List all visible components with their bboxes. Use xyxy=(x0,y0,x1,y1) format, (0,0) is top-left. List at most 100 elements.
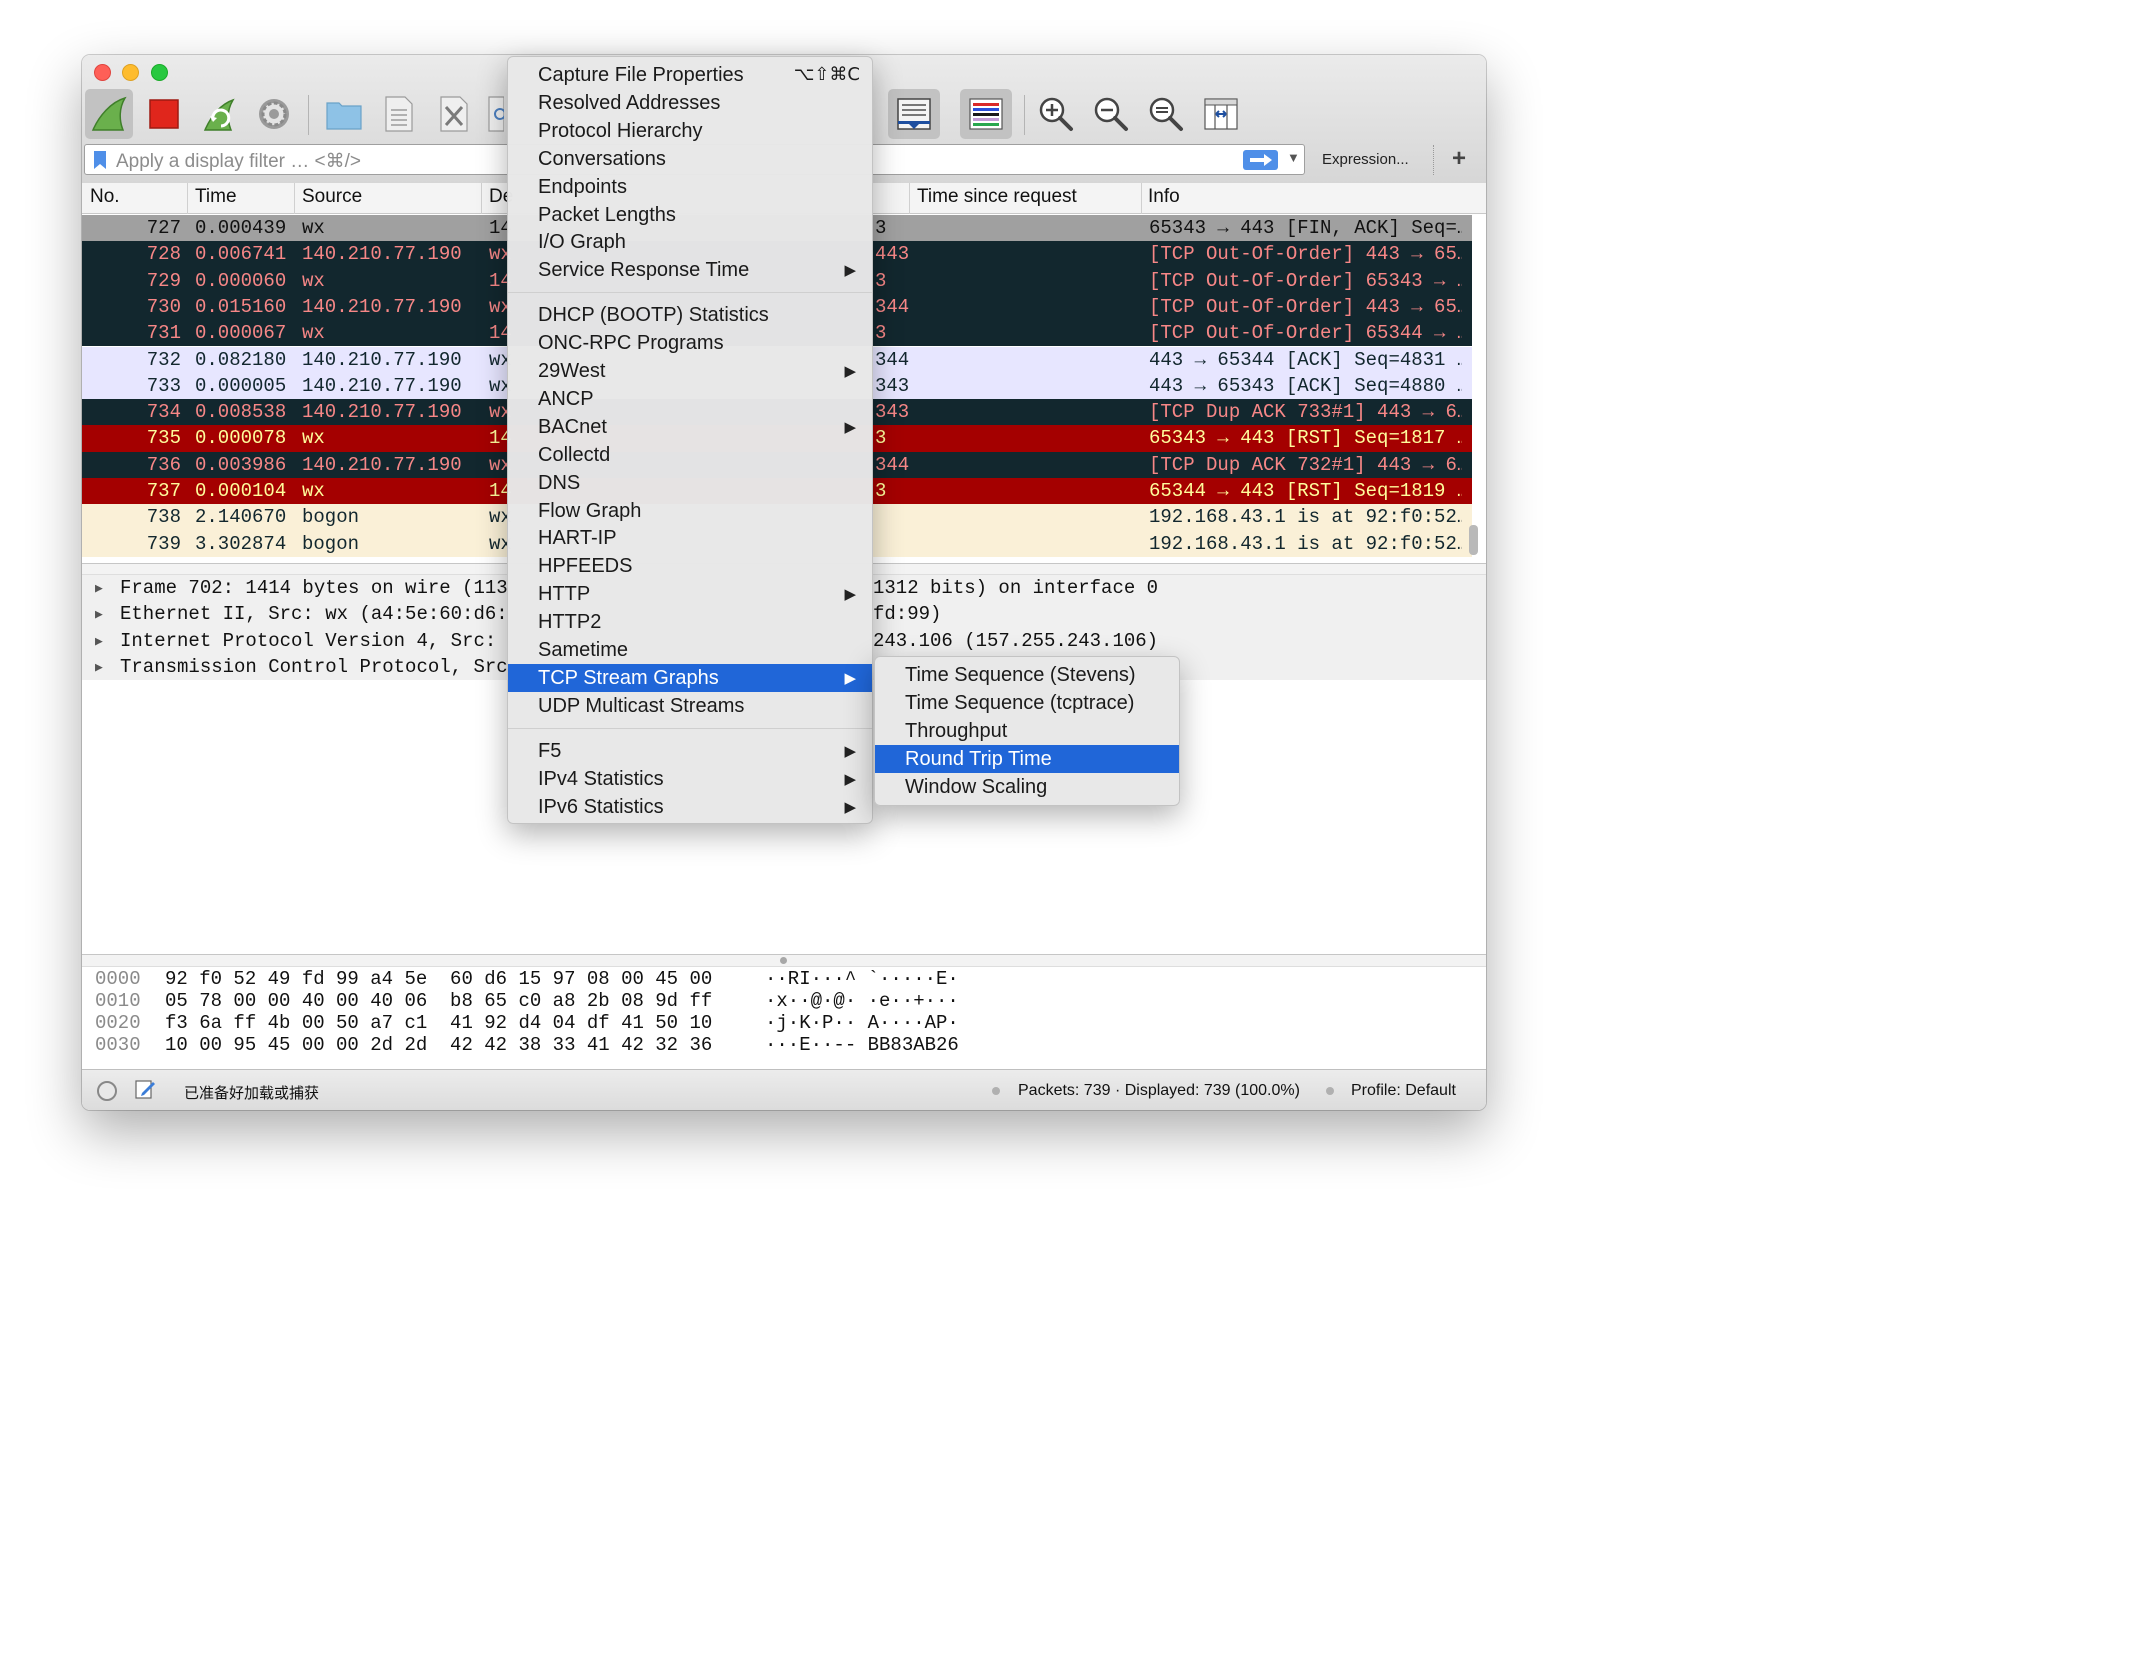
menu-item-label: IPv6 Statistics xyxy=(538,795,664,818)
bookmark-icon[interactable] xyxy=(93,150,107,175)
apply-filter-button[interactable] xyxy=(1243,150,1278,170)
menu-item-label: Collectd xyxy=(538,443,611,466)
submenu-item-round-trip-time[interactable]: Round Trip Time xyxy=(875,744,1179,773)
menu-item-dhcp-bootp-statistics[interactable]: DHCP (BOOTP) Statistics xyxy=(508,301,872,329)
menu-item-label: HTTP2 xyxy=(538,611,602,634)
maximize-window-button[interactable] xyxy=(151,64,168,81)
packet-info: 192.168.43.1 is at 92:f0:52… xyxy=(1149,506,1462,529)
submenu-item-time-sequence-tcptrace[interactable]: Time Sequence (tcptrace) xyxy=(875,689,1179,717)
submenu-item-window-scaling[interactable]: Window Scaling xyxy=(875,773,1179,801)
menu-item-onc-rpc-programs[interactable]: ONC-RPC Programs xyxy=(508,329,872,357)
tree-item-label: Transmission Control Protocol, Src xyxy=(120,655,508,678)
menu-item-bacnet[interactable]: BACnet ▶ xyxy=(508,413,872,441)
menu-item-dns[interactable]: DNS xyxy=(508,469,872,497)
menu-item-sametime[interactable]: Sametime xyxy=(508,636,872,664)
packet-time: 0.000078 xyxy=(195,427,287,450)
packet-destination-port: 443 xyxy=(875,243,910,266)
menu-item-label: Conversations xyxy=(538,147,666,170)
menu-item-udp-multicast-streams[interactable]: UDP Multicast Streams xyxy=(508,692,872,720)
menu-item-ipv4-statistics[interactable]: IPv4 Statistics ▶ xyxy=(508,765,872,793)
colorize-icon[interactable] xyxy=(960,89,1012,139)
packet-list-scrollbar[interactable] xyxy=(1469,525,1478,555)
packet-destination-port: 343 xyxy=(875,374,910,397)
expand-triangle-icon[interactable]: ▶ xyxy=(95,607,103,622)
menu-item-http[interactable]: HTTP ▶ xyxy=(508,580,872,608)
menu-item-label: F5 xyxy=(538,739,562,762)
pane-splitter[interactable] xyxy=(82,954,1486,967)
expert-info-icon[interactable] xyxy=(97,1081,117,1101)
minimize-window-button[interactable] xyxy=(122,64,139,81)
menu-item-label: Flow Graph xyxy=(538,499,642,522)
tree-item-label-tail: 243.106 (157.255.243.106) xyxy=(873,629,1159,652)
menu-item-ipv6-statistics[interactable]: IPv6 Statistics ▶ xyxy=(508,793,872,821)
status-message: 已准备好加载或捕获 xyxy=(184,1084,320,1102)
tree-item-label: Ethernet II, Src: wx (a4:5e:60:d6: xyxy=(120,603,508,626)
add-filter-button[interactable]: + xyxy=(1452,145,1466,173)
expression-button[interactable]: Expression... xyxy=(1322,151,1409,168)
restart-capture-icon[interactable] xyxy=(195,89,243,139)
open-file-icon[interactable] xyxy=(320,89,368,139)
submenu-item-throughput[interactable]: Throughput xyxy=(875,717,1179,745)
menu-item-service-response-time[interactable]: Service Response Time ▶ xyxy=(508,256,872,284)
menu-item-http2[interactable]: HTTP2 xyxy=(508,608,872,636)
menu-item-packet-lengths[interactable]: Packet Lengths xyxy=(508,201,872,229)
zoom-normal-icon[interactable] xyxy=(1142,89,1190,139)
packet-number: 739 xyxy=(146,532,181,555)
auto-scroll-icon[interactable] xyxy=(888,89,940,139)
packet-destination-port: 3 xyxy=(875,480,887,502)
menu-item-conversations[interactable]: Conversations xyxy=(508,145,872,173)
packet-source: 140.210.77.190 xyxy=(302,453,462,476)
packet-number: 731 xyxy=(146,322,181,345)
display-filter-input[interactable]: Apply a display filter … <⌘/> xyxy=(116,150,361,173)
packet-destination-port: 3 xyxy=(875,322,887,345)
close-file-icon[interactable] xyxy=(430,89,478,139)
profile-selector[interactable]: Profile: Default xyxy=(1351,1082,1456,1100)
stop-capture-icon[interactable] xyxy=(140,89,188,139)
packet-source: wx xyxy=(302,269,325,292)
zoom-in-icon[interactable] xyxy=(1032,89,1080,139)
expand-triangle-icon[interactable]: ▶ xyxy=(95,634,103,649)
packet-destination-port: 343 xyxy=(875,401,910,424)
column-header-info[interactable]: Info xyxy=(1148,186,1180,208)
submenu-arrow-icon: ▶ xyxy=(844,770,856,788)
column-header-no[interactable]: No. xyxy=(90,186,120,208)
menu-item-i-o-graph[interactable]: I/O Graph xyxy=(508,228,872,256)
expand-triangle-icon[interactable]: ▶ xyxy=(95,581,103,596)
menu-item-collectd[interactable]: Collectd xyxy=(508,441,872,469)
menu-item-ancp[interactable]: ANCP xyxy=(508,385,872,413)
menu-item-label: Capture File Properties xyxy=(538,64,744,86)
packet-time: 0.000439 xyxy=(195,217,287,239)
menu-item-hart-ip[interactable]: HART-IP xyxy=(508,524,872,552)
zoom-out-icon[interactable] xyxy=(1087,89,1135,139)
menu-separator xyxy=(508,292,872,294)
menu-item-flow-graph[interactable]: Flow Graph xyxy=(508,497,872,525)
chevron-down-icon[interactable]: ▼ xyxy=(1287,150,1300,165)
packet-number: 738 xyxy=(146,506,181,529)
packet-info: [TCP Out-Of-Order] 65343 → … xyxy=(1149,269,1462,292)
menu-item-resolved-addresses[interactable]: Resolved Addresses xyxy=(508,89,872,117)
close-window-button[interactable] xyxy=(94,64,111,81)
save-file-icon[interactable] xyxy=(375,89,423,139)
packet-count: Packets: 739 · Displayed: 739 (100.0%) xyxy=(1018,1082,1300,1099)
reload-file-icon[interactable] xyxy=(485,89,505,139)
menu-item-tcp-stream-graphs[interactable]: TCP Stream Graphs ▶ xyxy=(508,663,872,692)
column-header-source[interactable]: Source xyxy=(302,186,362,208)
menu-item-hpfeeds[interactable]: HPFEEDS xyxy=(508,552,872,580)
byte-hex: 05 78 00 00 40 00 40 06 b8 65 c0 a8 2b 0… xyxy=(165,990,713,1012)
menu-item-endpoints[interactable]: Endpoints xyxy=(508,173,872,201)
column-header-time-since-request[interactable]: Time since request xyxy=(917,186,1077,208)
shark-fin-start-icon[interactable] xyxy=(85,89,133,139)
menu-item-capture-file-properties[interactable]: Capture File Properties ⌥⇧⌘C xyxy=(508,61,872,89)
status-separator-dot xyxy=(1326,1087,1334,1095)
edit-comment-icon[interactable] xyxy=(134,1078,156,1105)
capture-options-icon[interactable] xyxy=(250,89,298,139)
submenu-item-time-sequence-stevens[interactable]: Time Sequence (Stevens) xyxy=(875,661,1179,689)
column-header-time[interactable]: Time xyxy=(195,186,237,208)
expand-triangle-icon[interactable]: ▶ xyxy=(95,660,103,675)
menu-item-protocol-hierarchy[interactable]: Protocol Hierarchy xyxy=(508,117,872,145)
menu-item-label: DNS xyxy=(538,471,581,494)
menu-item-f5[interactable]: F5 ▶ xyxy=(508,737,872,765)
submenu-item-label: Time Sequence (Stevens) xyxy=(905,664,1136,686)
menu-item-29west[interactable]: 29West ▶ xyxy=(508,357,872,385)
resize-columns-icon[interactable] xyxy=(1197,89,1245,139)
